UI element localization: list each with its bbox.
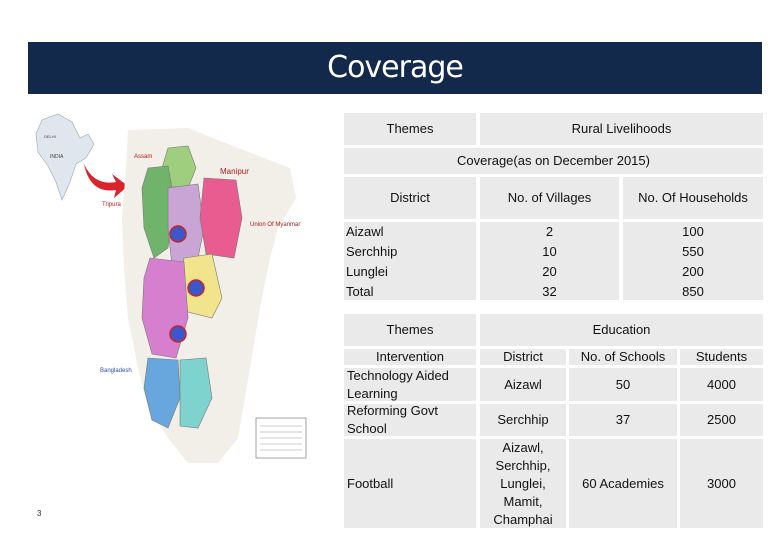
coverage-col-households: No. Of Households <box>623 177 763 219</box>
education-row-2-schools: 37 <box>569 404 677 436</box>
map-label-assam: Assam <box>134 154 152 160</box>
education-row-1-intervention: Technology Aided Learning <box>344 368 476 401</box>
list-item: Aizawl <box>346 224 384 239</box>
map-label-delhi: DELHI <box>44 134 56 139</box>
map-label-myanmar: Union Of Myanmar <box>250 222 300 228</box>
education-col-students: Students <box>680 349 763 365</box>
coverage-col-district: District <box>344 177 476 219</box>
education-row-2-students: 2500 <box>680 404 763 436</box>
education-row-2-district: Serchhip <box>480 404 566 436</box>
list-item: Total <box>346 284 374 299</box>
education-row-1-schools: 50 <box>569 368 677 401</box>
list-item: 20 <box>542 264 557 279</box>
mizoram-map: DELHI INDIA Assam Manipur Tripura Union … <box>35 113 307 463</box>
coverage-col-villages: No. of Villages <box>480 177 619 219</box>
education-row-3-district: Aizawl, Serchhip, Lunglei, Mamit, Champh… <box>480 439 566 528</box>
education-col-district: District <box>480 349 566 365</box>
coverage-villages-list: 2 10 20 32 <box>480 222 619 300</box>
list-item: 2 <box>545 224 554 239</box>
education-row-3-schools: 60 Academies <box>569 439 677 528</box>
list-item: 100 <box>682 224 704 239</box>
list-item: Lunglei <box>346 264 388 279</box>
coverage-districts-list: Aizawl Serchhip Lunglei Total <box>344 222 476 300</box>
education-themes-label: Themes <box>344 314 476 346</box>
education-row-1-district: Aizawl <box>480 368 566 401</box>
coverage-households-list: 100 550 200 850 <box>623 222 763 300</box>
title-bar: Coverage <box>28 42 762 94</box>
list-item: 550 <box>682 244 704 259</box>
education-col-schools: No. of Schools <box>569 349 677 365</box>
coverage-theme-value: Rural Livelihoods <box>480 113 763 145</box>
education-row-2-intervention: Reforming Govt School <box>344 403 476 436</box>
map-label-tripura: Tripura <box>102 202 121 208</box>
district-aizawl <box>167 183 205 269</box>
page-title: Coverage <box>327 50 464 85</box>
education-col-intervention: Intervention <box>344 349 476 365</box>
marker-lunglei <box>169 325 187 343</box>
marker-aizawl <box>169 225 187 243</box>
map-label-bangladesh: Bangladesh <box>100 368 132 374</box>
coverage-themes-label: Themes <box>344 113 476 145</box>
list-item: 850 <box>682 284 704 299</box>
list-item: 200 <box>682 264 704 279</box>
education-theme-value: Education <box>480 314 763 346</box>
map-label-india: INDIA <box>50 154 64 160</box>
education-row-1-students: 4000 <box>680 368 763 401</box>
coverage-period-header: Coverage(as on December 2015) <box>344 148 763 174</box>
education-row-3-students: 3000 <box>680 439 763 528</box>
map-label-manipur: Manipur <box>220 167 249 176</box>
marker-serchhip <box>187 279 205 297</box>
page-number: 3 <box>37 509 42 518</box>
education-row-3-intervention: Football <box>344 439 476 528</box>
pointer-arrow-icon <box>84 164 128 198</box>
district-champhai <box>199 177 243 259</box>
list-item: 10 <box>542 244 557 259</box>
list-item: Serchhip <box>346 244 398 259</box>
list-item: 32 <box>542 284 557 299</box>
india-inset-shape <box>35 113 95 201</box>
